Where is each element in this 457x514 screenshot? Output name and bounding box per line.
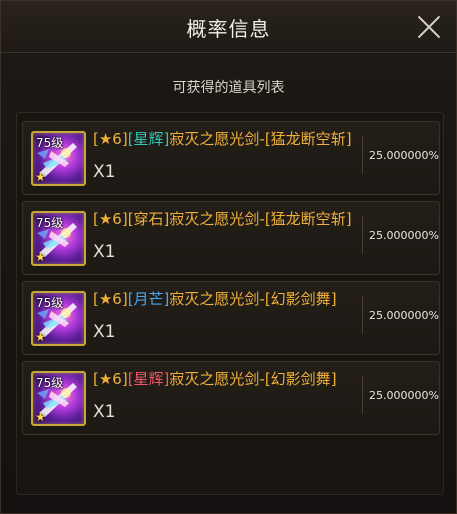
item-prefix: [星辉] <box>127 370 170 388</box>
item-title: 寂灭之愿光剑-[幻影剑舞] <box>169 290 337 308</box>
item-list[interactable]: 75级 ★ [★6][星辉]寂灭之愿光剑-[猛龙断空斩] X1 25.00000… <box>16 112 444 495</box>
sword-item-icon[interactable]: 75级 ★ <box>31 371 86 426</box>
item-prefix: [月芒] <box>127 290 170 308</box>
dialog-title: 概率信息 <box>186 17 271 41</box>
probability-dialog: 概率信息 可获得的道具列表 75级 ★ [★6][星辉]寂灭之愿光剑-[猛龙断空… <box>0 0 457 514</box>
star-icon: ★ <box>35 170 46 184</box>
item-level: 75级 <box>36 136 64 150</box>
item-title: 寂灭之愿光剑-[幻影剑舞] <box>169 370 337 388</box>
divider <box>362 136 363 174</box>
item-name: [★6][星辉]寂灭之愿光剑-[猛龙断空斩] <box>93 128 352 149</box>
item-star-tag: [★6] <box>93 290 128 308</box>
item-level: 75级 <box>36 296 64 310</box>
item-prefix: [星辉] <box>127 130 170 148</box>
item-rate: 25.000000% <box>369 309 439 322</box>
divider <box>362 296 363 334</box>
item-name: [★6][穿石]寂灭之愿光剑-[猛龙断空斩] <box>93 208 352 229</box>
item-star-tag: [★6] <box>93 130 128 148</box>
item-title: 寂灭之愿光剑-[猛龙断空斩] <box>169 130 352 148</box>
list-item: 75级 ★ [★6][月芒]寂灭之愿光剑-[幻影剑舞] X1 25.000000… <box>22 281 440 355</box>
star-icon: ★ <box>35 250 46 264</box>
sword-item-icon[interactable]: 75级 ★ <box>31 211 86 266</box>
item-prefix: [穿石] <box>127 210 170 228</box>
star-icon: ★ <box>35 410 46 424</box>
item-level: 75级 <box>36 216 64 230</box>
list-item: 75级 ★ [★6][星辉]寂灭之愿光剑-[猛龙断空斩] X1 25.00000… <box>22 121 440 195</box>
sword-item-icon[interactable]: 75级 ★ <box>31 291 86 346</box>
item-rate: 25.000000% <box>369 229 439 242</box>
divider <box>362 216 363 254</box>
title-bar: 概率信息 <box>1 1 456 53</box>
item-quantity: X1 <box>93 242 116 262</box>
close-icon[interactable] <box>415 12 445 42</box>
sword-item-icon[interactable]: 75级 ★ <box>31 131 86 186</box>
item-star-tag: [★6] <box>93 370 128 388</box>
list-item: 75级 ★ [★6][星辉]寂灭之愿光剑-[幻影剑舞] X1 25.000000… <box>22 361 440 435</box>
divider <box>362 376 363 414</box>
list-item: 75级 ★ [★6][穿石]寂灭之愿光剑-[猛龙断空斩] X1 25.00000… <box>22 201 440 275</box>
item-quantity: X1 <box>93 162 116 182</box>
item-quantity: X1 <box>93 322 116 342</box>
item-name: [★6][星辉]寂灭之愿光剑-[幻影剑舞] <box>93 368 337 389</box>
item-rate: 25.000000% <box>369 389 439 402</box>
item-rate: 25.000000% <box>369 149 439 162</box>
item-quantity: X1 <box>93 402 116 422</box>
item-star-tag: [★6] <box>93 210 128 228</box>
list-subtitle: 可获得的道具列表 <box>172 80 285 96</box>
item-title: 寂灭之愿光剑-[猛龙断空斩] <box>169 210 352 228</box>
item-name: [★6][月芒]寂灭之愿光剑-[幻影剑舞] <box>93 288 337 309</box>
item-level: 75级 <box>36 376 64 390</box>
star-icon: ★ <box>35 330 46 344</box>
